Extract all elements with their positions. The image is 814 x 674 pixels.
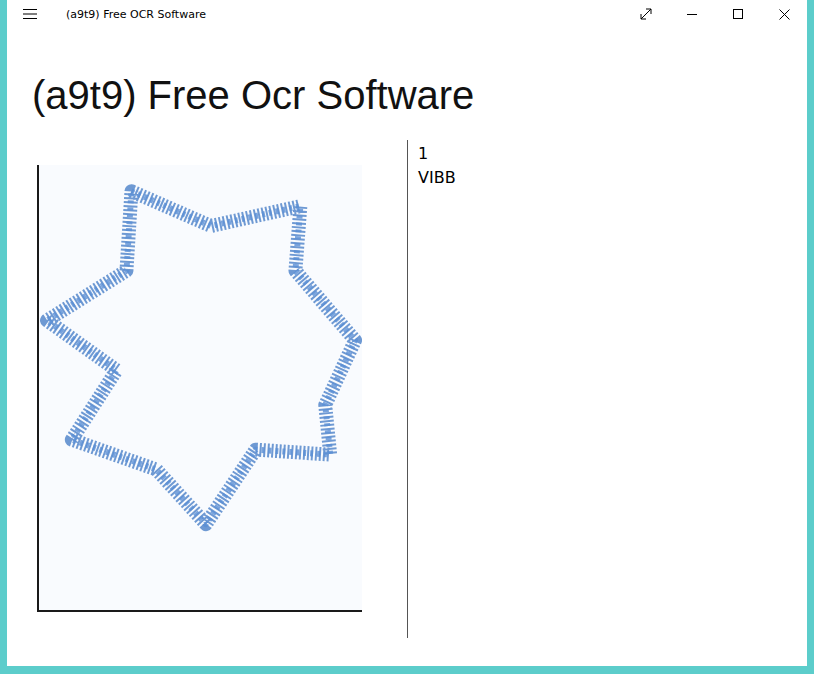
result-line: 1 xyxy=(418,142,456,166)
maximize-icon xyxy=(733,9,743,19)
panel-divider xyxy=(407,140,408,638)
close-button[interactable] xyxy=(761,0,807,28)
expand-icon xyxy=(640,8,652,20)
image-panel xyxy=(7,140,407,638)
close-icon xyxy=(779,9,790,20)
app-window: (a9t9) Free OCR Software (a9t9) Free Ocr … xyxy=(7,0,807,666)
title-bar: (a9t9) Free OCR Software xyxy=(7,0,807,28)
full-screen-button[interactable] xyxy=(623,0,669,28)
hamburger-menu-icon[interactable] xyxy=(23,8,37,20)
maximize-button[interactable] xyxy=(715,0,761,28)
result-line: VIBB xyxy=(418,166,456,190)
minimize-icon xyxy=(687,9,697,19)
scanned-image xyxy=(37,165,362,612)
ocr-result[interactable]: 1VIBB xyxy=(408,140,456,638)
content-area: 1VIBB xyxy=(7,140,807,638)
app-frame: (a9t9) Free OCR Software (a9t9) Free Ocr … xyxy=(0,0,814,674)
page-heading: (a9t9) Free Ocr Software xyxy=(32,70,807,120)
minimize-button[interactable] xyxy=(669,0,715,28)
window-title: (a9t9) Free OCR Software xyxy=(66,8,206,21)
star-drawing-icon xyxy=(39,165,362,612)
